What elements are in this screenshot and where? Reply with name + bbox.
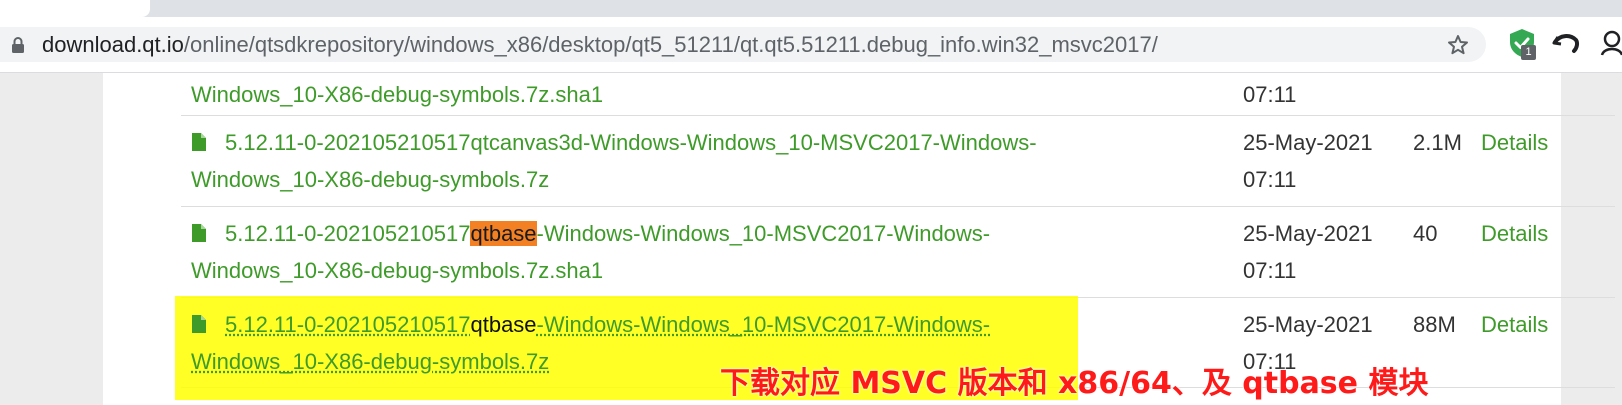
file-name-line2: Windows_10-X86-debug-symbols.7z [191,167,550,192]
table-row: 5.12.11-0-202105210517qtcanvas3d-Windows… [181,116,1615,207]
lock-icon[interactable] [10,36,26,54]
active-tab[interactable] [0,0,150,17]
file-name-suffix: -Windows-Windows_10-MSVC2017-Windows- [536,221,991,246]
address-bar[interactable]: download.qt.io/online/qtsdkrepository/wi… [0,27,1486,62]
profile-extension-icon[interactable] [1598,29,1622,57]
details-link[interactable]: Details [1481,306,1548,343]
search-highlight: qtbase [470,312,537,337]
file-date-day: 25-May-2021 [1243,130,1373,155]
file-size: 88M [1413,312,1456,337]
file-name-link[interactable]: Windows_10-X86-debug-symbols.7z.sha1 [191,76,1091,113]
file-size: 2.1M [1413,130,1462,155]
browser-toolbar: download.qt.io/online/qtsdkrepository/wi… [0,17,1622,73]
table-row: Windows_10-X86-debug-symbols.7z.sha1 07:… [181,73,1615,116]
file-name-link[interactable]: 5.12.11-0-202105210517qtcanvas3d-Windows… [191,124,1091,198]
search-highlight: qtbase [470,221,537,246]
undo-extension-icon[interactable] [1552,31,1580,55]
tab-strip [0,0,1622,17]
file-date: 25-May-2021 07:11 [1243,215,1373,289]
url-path: /online/qtsdkrepository/windows_x86/desk… [183,32,1158,57]
file-icon [192,133,206,151]
file-name-suffix: -Windows-Windows_10-MSVC2017-Windows- [536,312,991,337]
file-name-line1: 5.12.11-0-202105210517qtcanvas3d-Windows… [225,130,1037,155]
file-size: 40 [1413,221,1438,246]
table-row: 5.12.11-0-202105210517qtbase-Windows-Win… [181,207,1615,298]
details-link[interactable]: Details [1481,215,1548,252]
url-host: download.qt.io [42,32,184,57]
url-text[interactable]: download.qt.io/online/qtsdkrepository/wi… [42,33,1158,57]
file-name-line2: Windows_10-X86-debug-symbols.7z.sha1 [191,258,604,283]
file-name-line2: Windows_10-X86-debug-symbols.7z [191,349,550,374]
file-name-prefix: 5.12.11-0-202105210517 [225,312,471,337]
file-date-day: 25-May-2021 [1243,221,1373,246]
file-icon [192,315,206,333]
file-date: 07:11 [1243,82,1297,107]
file-date-day: 25-May-2021 [1243,312,1373,337]
bookmark-star-icon[interactable] [1446,33,1470,57]
file-name-link[interactable]: 5.12.11-0-202105210517qtbase-Windows-Win… [191,215,1091,289]
details-link[interactable]: Details [1481,124,1548,161]
extension-badge: 1 [1521,45,1536,60]
file-name-prefix: 5.12.11-0-202105210517 [225,221,471,246]
file-icon [192,224,206,242]
annotation-text: 下载对应 MSVC 版本和 x86/64、及 qtbase 模块 [720,366,1429,401]
file-date-time: 07:11 [1243,258,1297,283]
file-date-time: 07:11 [1243,167,1297,192]
file-date: 25-May-2021 07:11 [1243,124,1373,198]
